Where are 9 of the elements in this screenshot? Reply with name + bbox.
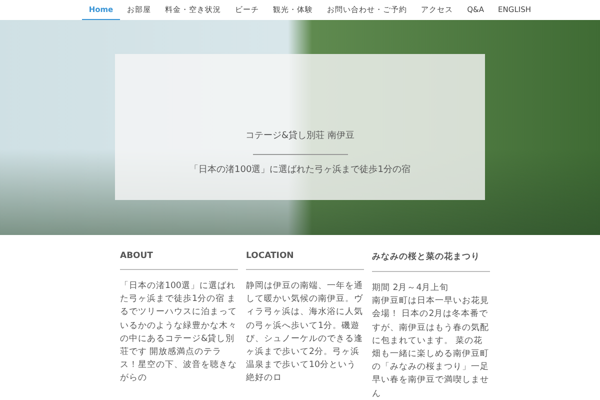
site-title: コテージ&貸し別荘 南伊豆: [246, 130, 354, 142]
widget-heading: ABOUT: [120, 251, 238, 270]
widget-text: 「日本の渚100選」に選ばれた弓ヶ浜まで徒歩1分の宿 まるでツリーハウスに泊まっているかのような緑豊かな木々の中にあるコテージ&貸し別荘です 開放感満点のテラス！星空の下、波音を聴きながらの: [120, 280, 238, 386]
widget-heading: LOCATION: [246, 251, 364, 270]
widget-heading: みなみの桜と菜の花まつり: [372, 251, 490, 272]
widget-text: 期間 2月～4月上旬: [372, 282, 450, 295]
site-tagline: 「日本の渚100選」に選ばれた弓ヶ浜まで徒歩1分の宿: [190, 164, 410, 176]
widget-text: 南伊豆町は日本一早いお花見会場！ 日本の2月は冬本番ですが、南伊豆はもう春の気配に包まれています。 菜の花畑も一緒に楽しめる南伊豆町の「みなみの桜まつり」一足早い春を南伊豆で満喫しません: [372, 295, 490, 400]
widget-text: 静岡は伊豆の南端、一年を通して暖かい気候の南伊豆。ヴィラ弓ヶ浜は、海水浴に人気の弓ヶ浜へ歩いて1分。磯遊び、シュノーケルのできる逢ヶ浜まで歩いて2分。弓ヶ浜温泉まで歩いて10分という絶好のロ: [246, 280, 364, 386]
